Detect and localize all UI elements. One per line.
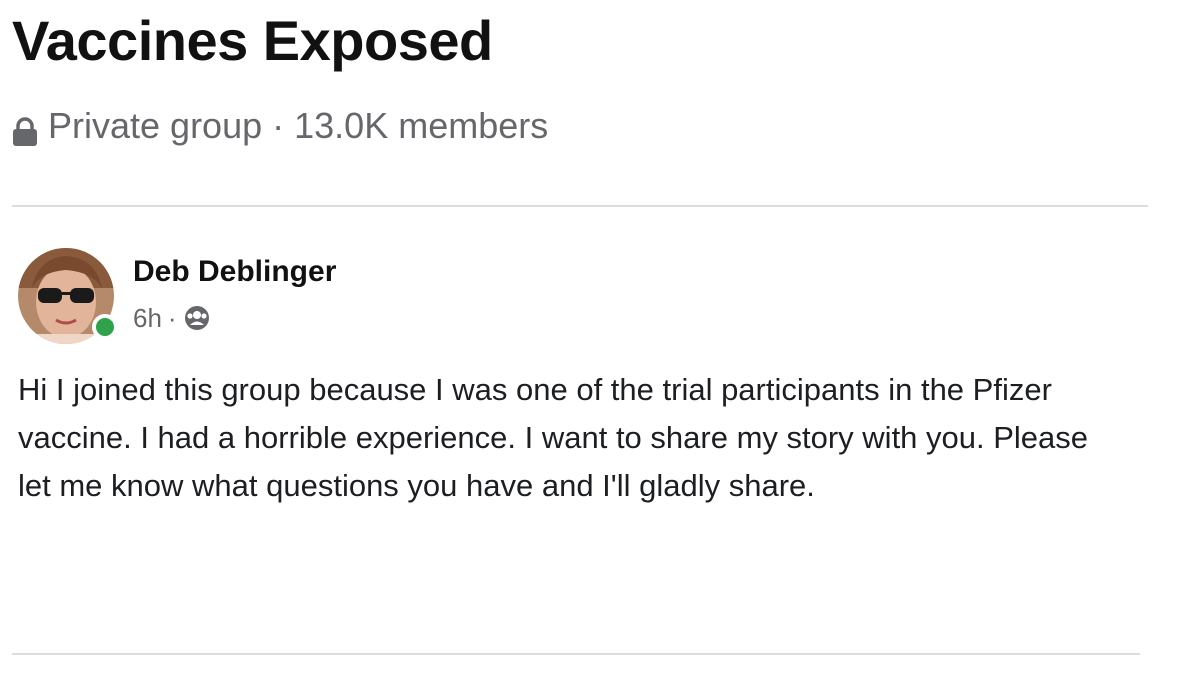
- group-privacy: Private group: [48, 105, 263, 146]
- group-meta: Private group · 13.0K members: [12, 104, 548, 148]
- avatar[interactable]: [18, 248, 118, 344]
- online-status-dot: [92, 314, 118, 340]
- post-body: Hi I joined this group because I was one…: [18, 372, 1089, 503]
- lock-icon: [12, 113, 38, 146]
- post-meta: 6h ·: [133, 302, 211, 334]
- author-name[interactable]: Deb Deblinger: [133, 254, 336, 290]
- header-divider: [12, 205, 1148, 207]
- group-audience-icon[interactable]: [183, 304, 211, 332]
- meta-separator: ·: [272, 105, 285, 146]
- group-title[interactable]: Vaccines Exposed: [12, 8, 493, 74]
- post-meta-separator: ·: [167, 303, 177, 333]
- group-members-count[interactable]: 13.0K members: [294, 104, 548, 148]
- post-divider: [12, 653, 1140, 655]
- post-timestamp[interactable]: 6h: [133, 302, 162, 334]
